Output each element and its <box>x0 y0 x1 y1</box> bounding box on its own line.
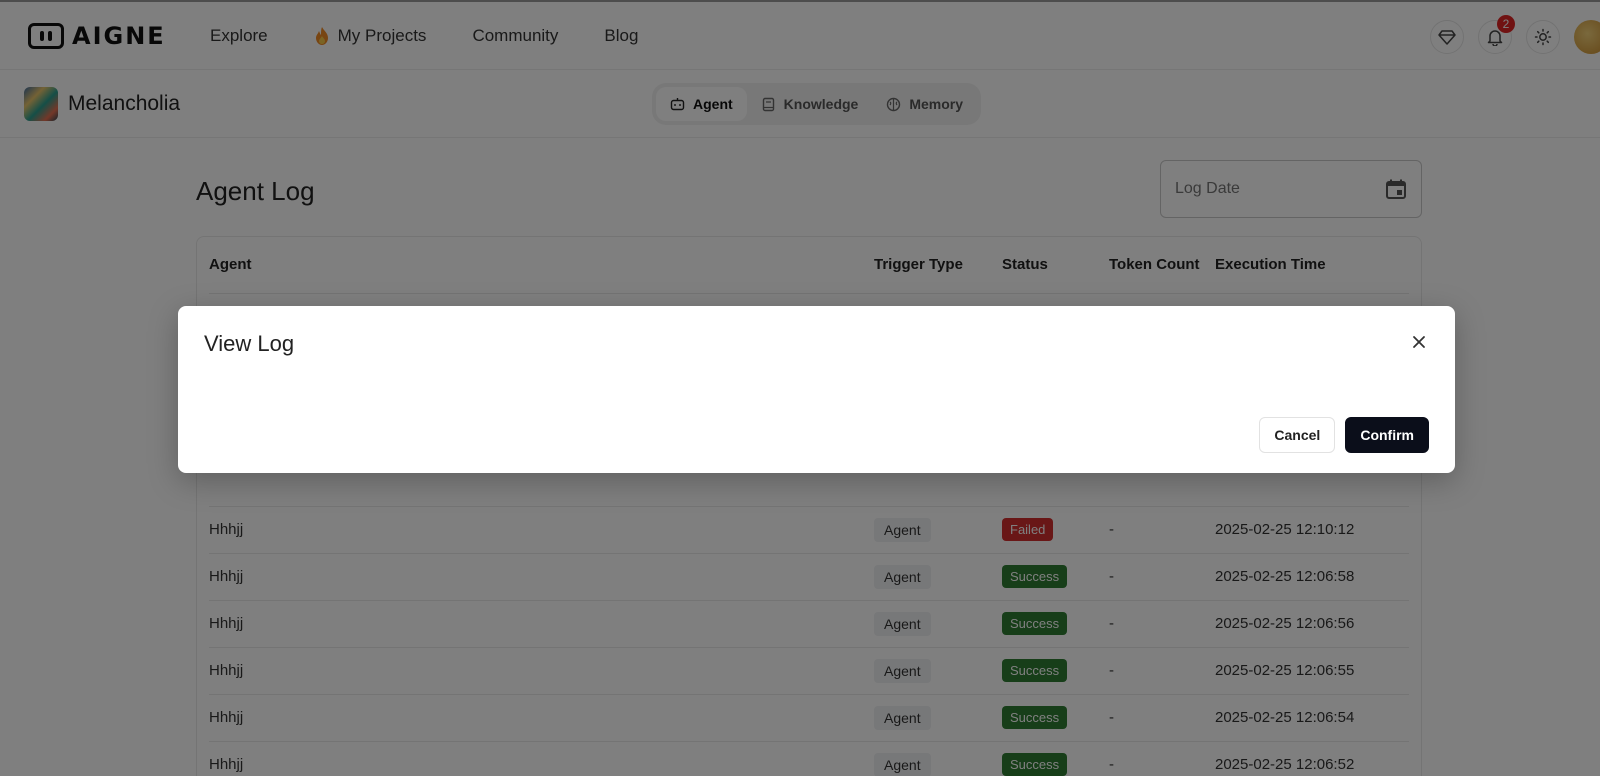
dialog-title: View Log <box>204 331 295 356</box>
dialog-actions: Cancel Confirm <box>1259 417 1429 453</box>
close-button[interactable] <box>1409 332 1429 352</box>
cancel-button[interactable]: Cancel <box>1259 417 1336 453</box>
view-log-dialog: View Log Cancel Confirm <box>178 306 1455 473</box>
confirm-button[interactable]: Confirm <box>1345 417 1429 453</box>
close-icon <box>1413 336 1425 348</box>
